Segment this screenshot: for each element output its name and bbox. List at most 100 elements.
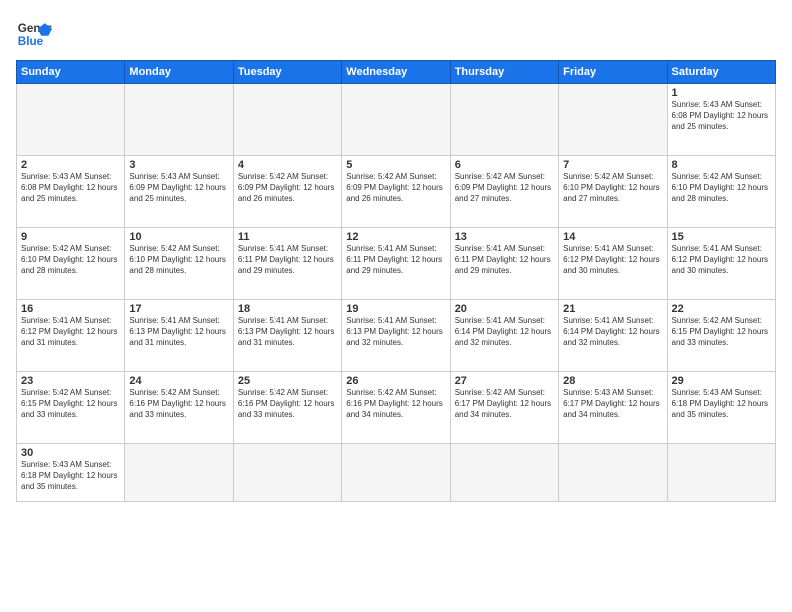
calendar-cell: 26Sunrise: 5:42 AM Sunset: 6:16 PM Dayli… bbox=[342, 372, 450, 444]
calendar-cell: 10Sunrise: 5:42 AM Sunset: 6:10 PM Dayli… bbox=[125, 228, 233, 300]
calendar-week-row: 16Sunrise: 5:41 AM Sunset: 6:12 PM Dayli… bbox=[17, 300, 776, 372]
calendar-cell bbox=[559, 84, 667, 156]
calendar-cell bbox=[125, 444, 233, 502]
calendar-cell: 30Sunrise: 5:43 AM Sunset: 6:18 PM Dayli… bbox=[17, 444, 125, 502]
calendar-cell bbox=[125, 84, 233, 156]
calendar-week-row: 2Sunrise: 5:43 AM Sunset: 6:08 PM Daylig… bbox=[17, 156, 776, 228]
day-info: Sunrise: 5:41 AM Sunset: 6:12 PM Dayligh… bbox=[21, 316, 120, 348]
logo: General Blue bbox=[16, 16, 52, 52]
day-info: Sunrise: 5:41 AM Sunset: 6:12 PM Dayligh… bbox=[563, 244, 662, 276]
calendar-cell: 23Sunrise: 5:42 AM Sunset: 6:15 PM Dayli… bbox=[17, 372, 125, 444]
calendar-cell: 9Sunrise: 5:42 AM Sunset: 6:10 PM Daylig… bbox=[17, 228, 125, 300]
day-info: Sunrise: 5:41 AM Sunset: 6:11 PM Dayligh… bbox=[238, 244, 337, 276]
calendar-cell: 7Sunrise: 5:42 AM Sunset: 6:10 PM Daylig… bbox=[559, 156, 667, 228]
day-number: 20 bbox=[455, 303, 554, 315]
calendar-cell: 13Sunrise: 5:41 AM Sunset: 6:11 PM Dayli… bbox=[450, 228, 558, 300]
day-number: 24 bbox=[129, 375, 228, 387]
weekday-header-saturday: Saturday bbox=[667, 61, 775, 84]
day-info: Sunrise: 5:43 AM Sunset: 6:18 PM Dayligh… bbox=[21, 460, 120, 492]
day-info: Sunrise: 5:42 AM Sunset: 6:16 PM Dayligh… bbox=[238, 388, 337, 420]
calendar-cell: 27Sunrise: 5:42 AM Sunset: 6:17 PM Dayli… bbox=[450, 372, 558, 444]
day-info: Sunrise: 5:43 AM Sunset: 6:17 PM Dayligh… bbox=[563, 388, 662, 420]
day-info: Sunrise: 5:41 AM Sunset: 6:11 PM Dayligh… bbox=[346, 244, 445, 276]
day-info: Sunrise: 5:42 AM Sunset: 6:09 PM Dayligh… bbox=[346, 172, 445, 204]
weekday-header-monday: Monday bbox=[125, 61, 233, 84]
calendar-cell bbox=[559, 444, 667, 502]
calendar-cell: 2Sunrise: 5:43 AM Sunset: 6:08 PM Daylig… bbox=[17, 156, 125, 228]
header: General Blue bbox=[16, 16, 776, 52]
weekday-header-friday: Friday bbox=[559, 61, 667, 84]
day-info: Sunrise: 5:41 AM Sunset: 6:13 PM Dayligh… bbox=[346, 316, 445, 348]
calendar-week-row: 23Sunrise: 5:42 AM Sunset: 6:15 PM Dayli… bbox=[17, 372, 776, 444]
weekday-header-thursday: Thursday bbox=[450, 61, 558, 84]
day-info: Sunrise: 5:42 AM Sunset: 6:09 PM Dayligh… bbox=[238, 172, 337, 204]
calendar-cell: 5Sunrise: 5:42 AM Sunset: 6:09 PM Daylig… bbox=[342, 156, 450, 228]
calendar-cell: 25Sunrise: 5:42 AM Sunset: 6:16 PM Dayli… bbox=[233, 372, 341, 444]
day-info: Sunrise: 5:42 AM Sunset: 6:16 PM Dayligh… bbox=[346, 388, 445, 420]
calendar-cell: 24Sunrise: 5:42 AM Sunset: 6:16 PM Dayli… bbox=[125, 372, 233, 444]
calendar-cell: 11Sunrise: 5:41 AM Sunset: 6:11 PM Dayli… bbox=[233, 228, 341, 300]
calendar-cell: 1Sunrise: 5:43 AM Sunset: 6:08 PM Daylig… bbox=[667, 84, 775, 156]
day-number: 14 bbox=[563, 231, 662, 243]
day-number: 8 bbox=[672, 159, 771, 171]
day-number: 18 bbox=[238, 303, 337, 315]
page: General Blue SundayMondayTuesdayWednesda… bbox=[0, 0, 792, 612]
day-number: 30 bbox=[21, 447, 120, 459]
day-number: 1 bbox=[672, 87, 771, 99]
day-number: 26 bbox=[346, 375, 445, 387]
calendar-cell bbox=[667, 444, 775, 502]
calendar-cell: 19Sunrise: 5:41 AM Sunset: 6:13 PM Dayli… bbox=[342, 300, 450, 372]
day-number: 3 bbox=[129, 159, 228, 171]
day-number: 13 bbox=[455, 231, 554, 243]
calendar-cell: 8Sunrise: 5:42 AM Sunset: 6:10 PM Daylig… bbox=[667, 156, 775, 228]
calendar-week-row: 9Sunrise: 5:42 AM Sunset: 6:10 PM Daylig… bbox=[17, 228, 776, 300]
day-number: 16 bbox=[21, 303, 120, 315]
calendar-cell: 29Sunrise: 5:43 AM Sunset: 6:18 PM Dayli… bbox=[667, 372, 775, 444]
calendar-cell: 20Sunrise: 5:41 AM Sunset: 6:14 PM Dayli… bbox=[450, 300, 558, 372]
weekday-header-wednesday: Wednesday bbox=[342, 61, 450, 84]
calendar-cell bbox=[233, 444, 341, 502]
calendar-cell bbox=[17, 84, 125, 156]
day-info: Sunrise: 5:42 AM Sunset: 6:17 PM Dayligh… bbox=[455, 388, 554, 420]
calendar-cell: 15Sunrise: 5:41 AM Sunset: 6:12 PM Dayli… bbox=[667, 228, 775, 300]
day-number: 2 bbox=[21, 159, 120, 171]
day-number: 9 bbox=[21, 231, 120, 243]
day-number: 6 bbox=[455, 159, 554, 171]
day-info: Sunrise: 5:41 AM Sunset: 6:13 PM Dayligh… bbox=[129, 316, 228, 348]
calendar-cell: 28Sunrise: 5:43 AM Sunset: 6:17 PM Dayli… bbox=[559, 372, 667, 444]
calendar-cell: 18Sunrise: 5:41 AM Sunset: 6:13 PM Dayli… bbox=[233, 300, 341, 372]
day-info: Sunrise: 5:42 AM Sunset: 6:10 PM Dayligh… bbox=[563, 172, 662, 204]
calendar: SundayMondayTuesdayWednesdayThursdayFrid… bbox=[16, 60, 776, 502]
day-number: 22 bbox=[672, 303, 771, 315]
day-number: 27 bbox=[455, 375, 554, 387]
day-number: 17 bbox=[129, 303, 228, 315]
generalblue-logo-icon: General Blue bbox=[16, 16, 52, 52]
day-info: Sunrise: 5:42 AM Sunset: 6:10 PM Dayligh… bbox=[129, 244, 228, 276]
calendar-week-row: 1Sunrise: 5:43 AM Sunset: 6:08 PM Daylig… bbox=[17, 84, 776, 156]
calendar-cell bbox=[450, 444, 558, 502]
day-info: Sunrise: 5:42 AM Sunset: 6:10 PM Dayligh… bbox=[672, 172, 771, 204]
day-info: Sunrise: 5:43 AM Sunset: 6:08 PM Dayligh… bbox=[672, 100, 771, 132]
calendar-cell: 14Sunrise: 5:41 AM Sunset: 6:12 PM Dayli… bbox=[559, 228, 667, 300]
calendar-cell: 12Sunrise: 5:41 AM Sunset: 6:11 PM Dayli… bbox=[342, 228, 450, 300]
calendar-week-row: 30Sunrise: 5:43 AM Sunset: 6:18 PM Dayli… bbox=[17, 444, 776, 502]
day-number: 15 bbox=[672, 231, 771, 243]
svg-text:Blue: Blue bbox=[18, 35, 44, 48]
day-number: 10 bbox=[129, 231, 228, 243]
day-number: 12 bbox=[346, 231, 445, 243]
calendar-cell: 6Sunrise: 5:42 AM Sunset: 6:09 PM Daylig… bbox=[450, 156, 558, 228]
calendar-cell bbox=[450, 84, 558, 156]
day-info: Sunrise: 5:41 AM Sunset: 6:13 PM Dayligh… bbox=[238, 316, 337, 348]
day-info: Sunrise: 5:43 AM Sunset: 6:09 PM Dayligh… bbox=[129, 172, 228, 204]
day-number: 25 bbox=[238, 375, 337, 387]
calendar-cell: 22Sunrise: 5:42 AM Sunset: 6:15 PM Dayli… bbox=[667, 300, 775, 372]
calendar-cell: 17Sunrise: 5:41 AM Sunset: 6:13 PM Dayli… bbox=[125, 300, 233, 372]
calendar-cell bbox=[342, 84, 450, 156]
day-info: Sunrise: 5:42 AM Sunset: 6:15 PM Dayligh… bbox=[21, 388, 120, 420]
day-info: Sunrise: 5:42 AM Sunset: 6:10 PM Dayligh… bbox=[21, 244, 120, 276]
calendar-cell: 4Sunrise: 5:42 AM Sunset: 6:09 PM Daylig… bbox=[233, 156, 341, 228]
day-number: 23 bbox=[21, 375, 120, 387]
weekday-header-tuesday: Tuesday bbox=[233, 61, 341, 84]
day-number: 29 bbox=[672, 375, 771, 387]
day-info: Sunrise: 5:41 AM Sunset: 6:12 PM Dayligh… bbox=[672, 244, 771, 276]
